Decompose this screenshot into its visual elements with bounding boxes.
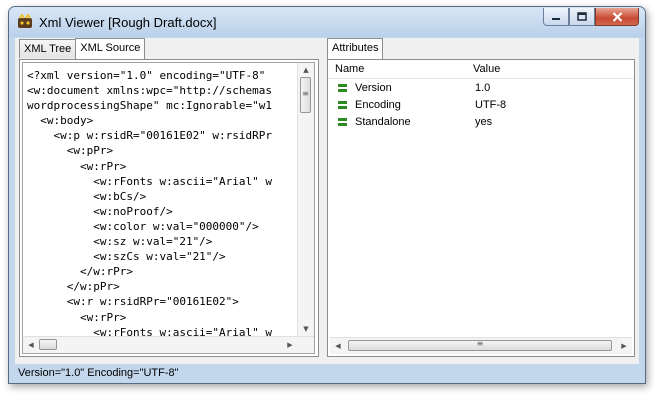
source-line: <w:pPr>: [27, 144, 114, 158]
source-horizontal-scrollbar[interactable]: ◀ ▶: [23, 336, 314, 353]
attribute-icon: [338, 118, 347, 126]
attribute-row[interactable]: Encoding UTF-8: [328, 98, 634, 114]
scroll-left-arrow-icon[interactable]: ◀: [23, 337, 39, 353]
column-header-name[interactable]: Name: [335, 63, 364, 75]
tab-xml-tree[interactable]: XML Tree: [19, 39, 77, 58]
source-vertical-scroll-thumb[interactable]: ≡: [300, 77, 311, 113]
status-text: Version="1.0" Encoding="UTF-8": [18, 367, 179, 379]
attribute-icon: [338, 84, 347, 92]
attribute-row[interactable]: Standalone yes: [328, 115, 634, 131]
close-icon: [612, 11, 622, 22]
client-area: XML Tree XML Source <?xml version="1.0" …: [15, 38, 639, 364]
attributes-horizontal-scrollbar[interactable]: ◀ ≡ ▶: [330, 337, 632, 354]
attribute-name: Encoding: [355, 99, 401, 111]
source-line: <w:rFonts w:ascii="Arial" w: [27, 174, 273, 188]
scroll-left-arrow-icon[interactable]: ◀: [330, 338, 346, 354]
source-line: <w:r w:rsidRPr="00161E02">: [27, 295, 239, 309]
source-line: <w:rPr>: [27, 310, 127, 324]
minimize-button[interactable]: [543, 8, 569, 26]
maximize-icon: [577, 12, 587, 21]
column-header-value[interactable]: Value: [473, 63, 500, 75]
source-line: <w:szCs w:val="21"/>: [27, 250, 226, 264]
attribute-value: UTF-8: [475, 99, 507, 111]
grip-icon: ≡: [302, 89, 309, 98]
grip-icon: ≡: [476, 339, 484, 348]
source-line: <w:color w:val="000000"/>: [27, 219, 259, 233]
attribute-row[interactable]: Version 1.0: [328, 81, 634, 97]
attributes-horizontal-scroll-thumb[interactable]: ≡: [348, 339, 612, 351]
source-line: <?xml version="1.0" encoding="UTF-8": [27, 69, 273, 82]
xml-viewer-app-icon: [18, 14, 32, 28]
minimize-icon: [552, 17, 560, 20]
scroll-up-arrow-icon[interactable]: ▲: [298, 63, 314, 78]
attribute-name: Version: [355, 82, 392, 94]
source-line: <w:document xmlns:wpc="http://schemas: [27, 84, 273, 98]
attribute-icon: [338, 101, 347, 109]
app-window: Xml Viewer [Rough Draft.docx] XML Tree X…: [8, 6, 646, 384]
window-title: Xml Viewer [Rough Draft.docx]: [39, 15, 217, 30]
right-tab-strip: Attributes: [327, 38, 384, 59]
source-horizontal-scroll-thumb[interactable]: [39, 339, 57, 350]
window-controls: [543, 8, 639, 28]
attributes-column-header: Name Value: [328, 60, 634, 79]
source-line: <w:rPr>: [27, 159, 127, 173]
source-line: <w:p w:rsidR="00161E02" w:rsidRPr: [27, 129, 273, 143]
source-line: <w:body>: [27, 114, 94, 128]
source-line: <w:noProof/>: [27, 204, 173, 218]
source-line: </w:pPr>: [27, 280, 120, 294]
attribute-value: yes: [475, 116, 493, 128]
tab-xml-source[interactable]: XML Source: [75, 38, 146, 59]
source-line: wordprocessingShape" mc:Ignorable="w1: [27, 99, 273, 113]
title-bar[interactable]: Xml Viewer [Rough Draft.docx]: [9, 7, 645, 37]
source-line: <w:bCs/>: [27, 189, 147, 203]
xml-source-panel: <?xml version="1.0" encoding="UTF-8" <w:…: [19, 59, 319, 357]
left-tab-strip: XML Tree XML Source: [19, 38, 146, 59]
attribute-name: Standalone: [355, 116, 411, 128]
source-vertical-scrollbar[interactable]: ▲ ≡ ▼: [297, 63, 314, 337]
scroll-right-arrow-icon[interactable]: ▶: [282, 337, 298, 353]
close-button[interactable]: [595, 8, 639, 26]
scroll-down-arrow-icon[interactable]: ▼: [298, 321, 314, 337]
attribute-value: 1.0: [475, 82, 491, 94]
maximize-button[interactable]: [569, 8, 595, 26]
status-bar: Version="1.0" Encoding="UTF-8": [15, 364, 639, 383]
attributes-panel: Name Value Version 1.0 Encoding UTF-8 St…: [327, 59, 635, 357]
tab-attributes[interactable]: Attributes: [327, 38, 384, 59]
xml-source-text[interactable]: <?xml version="1.0" encoding="UTF-8" <w:…: [27, 68, 301, 353]
xml-source-viewer[interactable]: <?xml version="1.0" encoding="UTF-8" <w:…: [22, 62, 315, 354]
scroll-right-arrow-icon[interactable]: ▶: [616, 338, 632, 354]
source-line: <w:sz w:val="21"/>: [27, 235, 213, 249]
source-line: </w:rPr>: [27, 265, 133, 279]
